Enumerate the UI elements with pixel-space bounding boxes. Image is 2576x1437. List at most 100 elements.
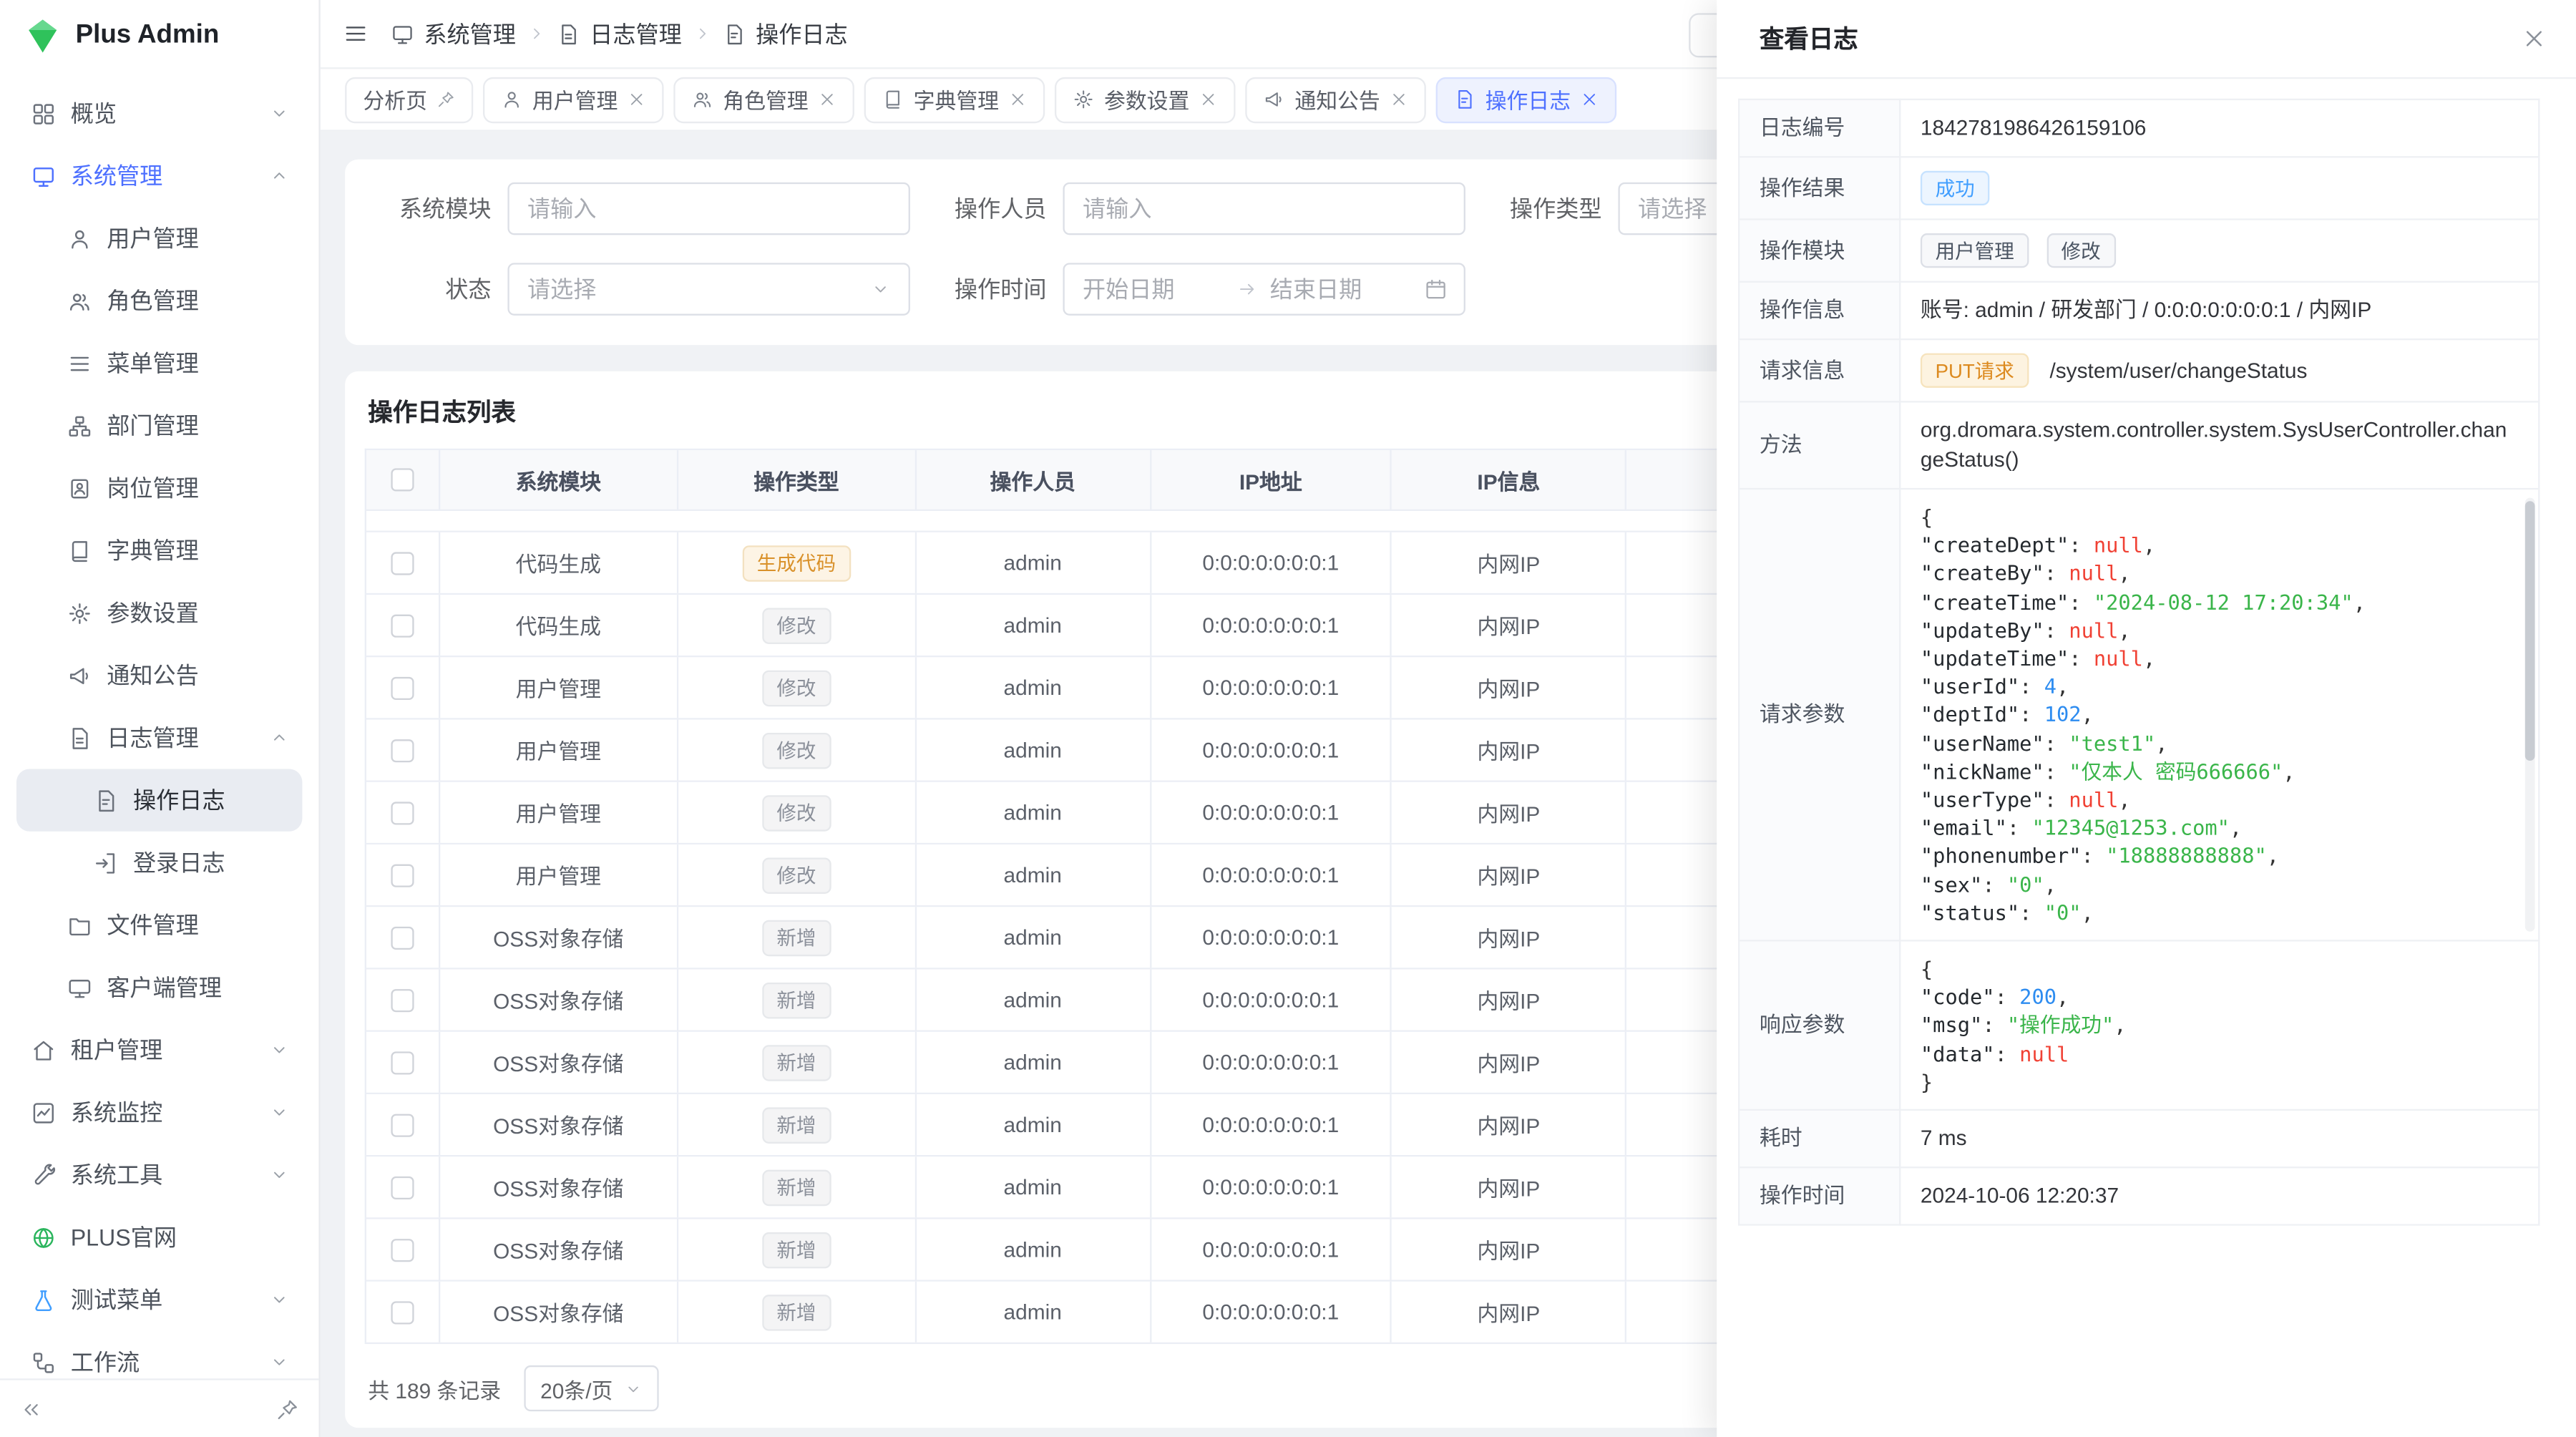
file-icon: [66, 912, 92, 938]
row-checkbox[interactable]: [391, 1176, 414, 1199]
sidebar-toggle-button[interactable]: [343, 21, 368, 46]
scrollbar[interactable]: [2525, 498, 2535, 932]
column-header: 系统模块: [440, 450, 678, 510]
row-checkbox[interactable]: [391, 1238, 414, 1261]
sidebar-item[interactable]: 菜单管理: [16, 332, 302, 394]
total-records: 共 189 条记录: [368, 1373, 501, 1404]
sidebar-item[interactable]: 参数设置: [16, 582, 302, 644]
row-checkbox[interactable]: [391, 614, 414, 637]
date-range-picker[interactable]: 开始日期 结束日期: [1063, 263, 1465, 315]
sidebar-item[interactable]: 租户管理: [16, 1018, 302, 1081]
row-checkbox[interactable]: [391, 1113, 414, 1136]
status-filter-select[interactable]: 请选择: [507, 263, 909, 315]
breadcrumb-item[interactable]: 日志管理: [557, 17, 681, 50]
row-checkbox[interactable]: [391, 551, 414, 574]
pin-icon[interactable]: [437, 90, 455, 108]
dict-icon: [882, 89, 904, 110]
sidebar-item[interactable]: 系统工具: [16, 1144, 302, 1206]
sidebar-item-label: 操作日志: [133, 784, 289, 817]
operator-cell: admin: [916, 1282, 1151, 1343]
log-id-value: 1842781986426159106: [1900, 99, 2539, 157]
tab[interactable]: 参数设置: [1055, 77, 1236, 122]
sidebar-item-label: 概览: [71, 97, 255, 130]
pin-sidebar-button[interactable]: [276, 1398, 299, 1421]
row-checkbox[interactable]: [391, 739, 414, 761]
sidebar-item[interactable]: 日志管理: [16, 706, 302, 769]
collapse-sidebar-button[interactable]: [20, 1398, 43, 1421]
sidebar-item[interactable]: 系统管理: [16, 145, 302, 207]
sidebar-item[interactable]: 登录日志: [16, 832, 302, 894]
row-checkbox[interactable]: [391, 676, 414, 699]
tab-close-icon[interactable]: [818, 90, 836, 108]
sidebar-item[interactable]: 客户端管理: [16, 956, 302, 1018]
breadcrumb-item[interactable]: 操作日志: [723, 17, 847, 50]
page-size-value: 20条/页: [540, 1373, 613, 1404]
scrollbar-thumb[interactable]: [2525, 501, 2535, 761]
type-cell: 修改: [678, 595, 917, 656]
sidebar-item[interactable]: 通知公告: [16, 644, 302, 706]
tab-close-icon[interactable]: [1199, 90, 1217, 108]
sidebar-item[interactable]: 概览: [16, 82, 302, 145]
chevron-down-icon: [270, 1103, 290, 1123]
sidebar-item-label: 工作流: [71, 1345, 255, 1378]
page-size-select[interactable]: 20条/页: [524, 1365, 658, 1411]
row-checkbox[interactable]: [391, 988, 414, 1011]
tab-close-icon[interactable]: [1390, 90, 1408, 108]
tab[interactable]: 分析页: [345, 77, 473, 122]
sidebar-item[interactable]: 文件管理: [16, 894, 302, 956]
module-cell: 代码生成: [440, 595, 678, 656]
tab-close-icon[interactable]: [628, 90, 645, 108]
row-checkbox[interactable]: [391, 1051, 414, 1073]
ip-info-cell: 内网IP: [1392, 1219, 1627, 1280]
operator-filter-input[interactable]: [1063, 182, 1465, 235]
breadcrumb: 系统管理 日志管理 操作日志: [391, 17, 847, 50]
sidebar-item[interactable]: 测试菜单: [16, 1268, 302, 1330]
tab[interactable]: 角色管理: [673, 77, 854, 122]
tab-label: 参数设置: [1104, 84, 1189, 115]
type-cell: 修改: [678, 720, 917, 781]
filter-label: 操作类型: [1500, 193, 1601, 225]
ip-cell: 0:0:0:0:0:0:0:1: [1151, 1094, 1392, 1155]
breadcrumb-item[interactable]: 系统管理: [391, 17, 515, 50]
tab-close-icon[interactable]: [1009, 90, 1027, 108]
field-label: 操作信息: [1739, 282, 1900, 339]
select-all-checkbox[interactable]: [391, 468, 414, 491]
module-filter-input[interactable]: [507, 182, 909, 235]
field-label: 耗时: [1739, 1110, 1900, 1167]
operator-cell: admin: [916, 595, 1151, 656]
row-checkbox[interactable]: [391, 1300, 414, 1323]
sidebar-item-label: 参数设置: [107, 596, 289, 629]
filter-operator: 操作人员: [945, 182, 1465, 235]
sidebar-item[interactable]: 系统监控: [16, 1081, 302, 1144]
tab[interactable]: 通知公告: [1245, 77, 1426, 122]
sidebar-item[interactable]: PLUS官网: [16, 1206, 302, 1268]
loginlog-icon: [92, 849, 119, 876]
logo-icon: [23, 16, 62, 56]
tab[interactable]: 操作日志: [1436, 77, 1617, 122]
row-checkbox[interactable]: [391, 926, 414, 949]
tab-label: 字典管理: [914, 84, 999, 115]
tool-icon: [29, 1161, 56, 1188]
sidebar-item[interactable]: 操作日志: [16, 769, 302, 831]
drawer-close-button[interactable]: [2522, 26, 2546, 51]
tab[interactable]: 字典管理: [864, 77, 1045, 122]
sidebar-item[interactable]: 工作流: [16, 1331, 302, 1379]
sidebar-item[interactable]: 字典管理: [16, 520, 302, 582]
row-checkbox[interactable]: [391, 863, 414, 886]
tab[interactable]: 用户管理: [483, 77, 664, 122]
chevron-down-icon: [871, 279, 891, 299]
sidebar-item[interactable]: 角色管理: [16, 270, 302, 332]
sidebar-item[interactable]: 部门管理: [16, 394, 302, 457]
type-badge: 修改: [762, 794, 831, 831]
ip-info-cell: 内网IP: [1392, 844, 1627, 905]
sidebar-item[interactable]: 岗位管理: [16, 457, 302, 519]
module-cell: 代码生成: [440, 532, 678, 593]
ip-cell: 0:0:0:0:0:0:0:1: [1151, 1219, 1392, 1280]
row-checkbox[interactable]: [391, 801, 414, 824]
drawer-title: 查看日志: [1760, 21, 1858, 56]
tab-close-icon[interactable]: [1581, 90, 1599, 108]
type-badge: 新增: [762, 920, 831, 956]
sidebar-item[interactable]: 用户管理: [16, 207, 302, 269]
app-logo[interactable]: Plus Admin: [0, 0, 318, 72]
column-header: IP地址: [1151, 450, 1392, 510]
